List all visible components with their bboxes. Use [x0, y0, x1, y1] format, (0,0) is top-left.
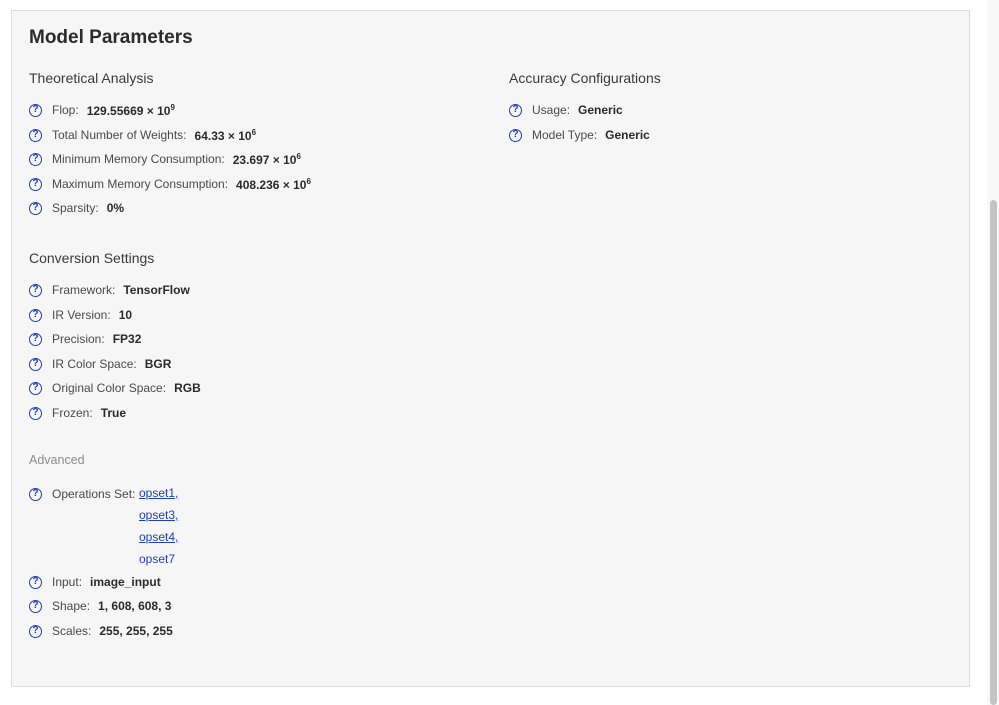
help-icon[interactable]: ?	[509, 128, 522, 142]
help-icon[interactable]: ?	[29, 599, 42, 613]
help-icon[interactable]: ?	[29, 406, 42, 420]
input-row: ? Input: image_input	[29, 573, 161, 591]
weights-row: ? Total Number of Weights: 64.33 × 106	[29, 126, 256, 144]
ir-color-space-row: ? IR Color Space: BGR	[29, 355, 171, 373]
usage-value: Generic	[578, 103, 623, 117]
original-color-space-row: ? Original Color Space: RGB	[29, 379, 201, 397]
frozen-label: Frozen:	[52, 406, 93, 420]
help-icon[interactable]: ?	[29, 103, 42, 117]
scales-value: 255, 255, 255	[99, 624, 173, 638]
min-memory-label: Minimum Memory Consumption:	[52, 152, 225, 166]
usage-label: Usage:	[532, 103, 571, 117]
framework-value: TensorFlow	[123, 283, 190, 297]
help-icon[interactable]: ?	[509, 103, 522, 117]
model-parameters-panel: Model Parameters Theoretical Analysis ? …	[11, 10, 970, 687]
page-title: Model Parameters	[29, 27, 193, 48]
weights-value: 64.33 × 106	[194, 127, 257, 143]
precision-value: FP32	[112, 332, 142, 346]
help-icon[interactable]: ?	[29, 283, 42, 297]
operations-set-links: opset1, opset3, opset4, opset7	[139, 482, 178, 570]
sparsity-row: ? Sparsity: 0%	[29, 199, 124, 217]
opset7-link[interactable]: opset7	[139, 548, 178, 570]
help-icon[interactable]: ?	[29, 487, 42, 501]
operations-set-row: ? Operations Set:	[29, 485, 143, 503]
max-memory-value: 408.236 × 106	[236, 176, 311, 192]
advanced-title: Advanced	[29, 453, 85, 467]
shape-label: Shape:	[52, 599, 91, 613]
model-type-label: Model Type:	[532, 128, 598, 142]
theoretical-analysis-title: Theoretical Analysis	[29, 70, 154, 86]
shape-row: ? Shape: 1, 608, 608, 3	[29, 597, 171, 615]
conversion-settings-title: Conversion Settings	[29, 250, 155, 266]
help-icon[interactable]: ?	[29, 575, 42, 589]
help-icon[interactable]: ?	[29, 201, 42, 215]
flop-row: ? Flop: 129.55669 × 109	[29, 101, 175, 119]
help-icon[interactable]: ?	[29, 308, 42, 322]
help-icon[interactable]: ?	[29, 332, 42, 346]
shape-value: 1, 608, 608, 3	[98, 599, 172, 613]
input-label: Input:	[52, 575, 83, 589]
precision-label: Precision:	[52, 332, 105, 346]
ir-color-space-label: IR Color Space:	[52, 357, 137, 371]
help-icon[interactable]: ?	[29, 177, 42, 191]
scrollbar[interactable]	[987, 0, 999, 705]
flop-value: 129.55669 × 109	[86, 102, 175, 118]
opset1-link[interactable]: opset1,	[139, 482, 178, 504]
opset4-link[interactable]: opset4,	[139, 526, 178, 548]
original-color-space-value: RGB	[174, 381, 201, 395]
opset3-link[interactable]: opset3,	[139, 504, 178, 526]
sparsity-value: 0%	[106, 201, 125, 215]
scales-row: ? Scales: 255, 255, 255	[29, 622, 173, 640]
precision-row: ? Precision: FP32	[29, 330, 141, 348]
usage-row: ? Usage: Generic	[509, 101, 623, 119]
frozen-value: True	[100, 406, 127, 420]
help-icon[interactable]: ?	[29, 624, 42, 638]
flop-label: Flop:	[52, 103, 79, 117]
framework-label: Framework:	[52, 283, 116, 297]
help-icon[interactable]: ?	[29, 152, 42, 166]
sparsity-label: Sparsity:	[52, 201, 99, 215]
operations-set-label: Operations Set:	[52, 487, 136, 501]
ir-version-row: ? IR Version: 10	[29, 306, 132, 324]
ir-color-space-value: BGR	[144, 357, 172, 371]
model-type-row: ? Model Type: Generic	[509, 126, 650, 144]
scales-label: Scales:	[52, 624, 92, 638]
ir-version-label: IR Version:	[52, 308, 111, 322]
scrollbar-thumb[interactable]	[990, 200, 997, 705]
help-icon[interactable]: ?	[29, 381, 42, 395]
help-icon[interactable]: ?	[29, 128, 42, 142]
accuracy-configurations-title: Accuracy Configurations	[509, 70, 661, 86]
min-memory-value: 23.697 × 106	[232, 151, 301, 167]
input-value: image_input	[90, 575, 161, 589]
max-memory-row: ? Maximum Memory Consumption: 408.236 × …	[29, 175, 311, 193]
model-type-value: Generic	[605, 128, 650, 142]
help-icon[interactable]: ?	[29, 357, 42, 371]
ir-version-value: 10	[118, 308, 133, 322]
framework-row: ? Framework: TensorFlow	[29, 281, 190, 299]
weights-label: Total Number of Weights:	[52, 128, 187, 142]
max-memory-label: Maximum Memory Consumption:	[52, 177, 229, 191]
frozen-row: ? Frozen: True	[29, 404, 126, 422]
original-color-space-label: Original Color Space:	[52, 381, 167, 395]
min-memory-row: ? Minimum Memory Consumption: 23.697 × 1…	[29, 150, 301, 168]
